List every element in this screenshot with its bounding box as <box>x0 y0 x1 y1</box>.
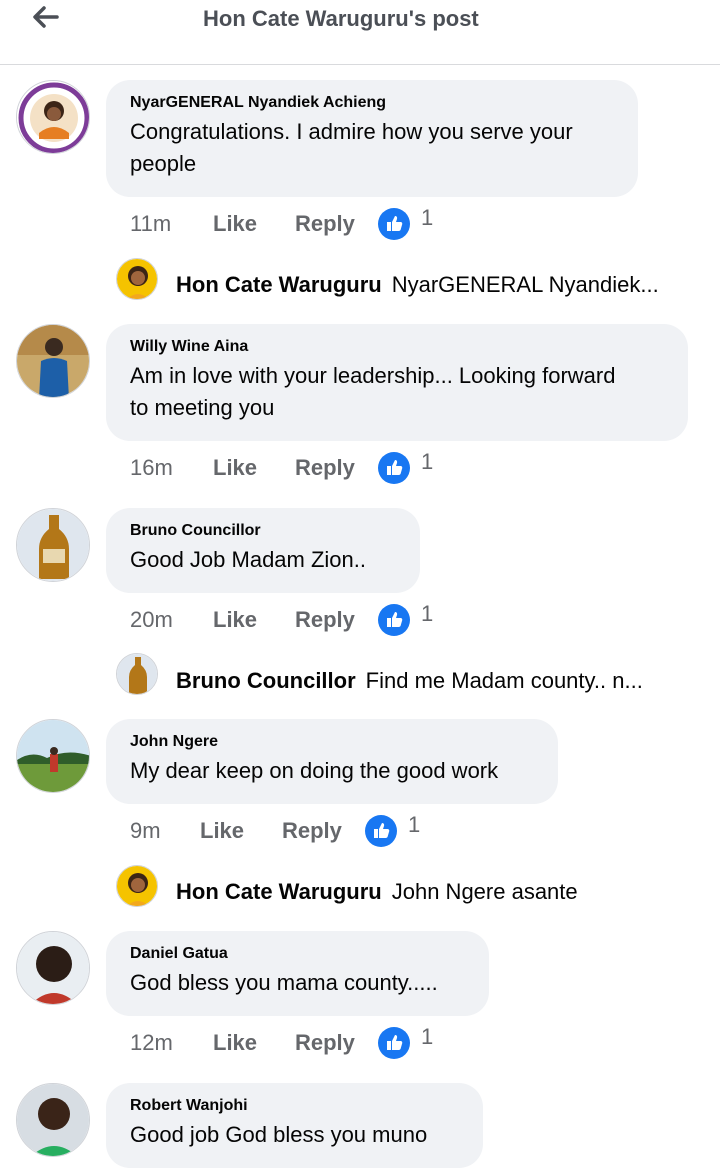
comment-bubble[interactable]: Bruno Councillor Good Job Madam Zion.. <box>106 508 420 593</box>
like-button[interactable]: Like <box>200 813 244 849</box>
comment-text: God bless you mama county..... <box>130 970 438 995</box>
like-reaction-icon[interactable] <box>378 1027 410 1059</box>
like-reaction-icon[interactable] <box>378 452 410 484</box>
comment-time: 16m <box>130 455 173 480</box>
reaction-count: 1 <box>421 449 434 474</box>
reply-button[interactable]: Reply <box>295 602 355 638</box>
avatar-image <box>17 720 89 792</box>
like-button[interactable]: Like <box>213 450 257 486</box>
avatar[interactable] <box>16 324 90 398</box>
avatar-image <box>117 259 157 299</box>
like-button[interactable]: Like <box>213 1025 257 1061</box>
reaction-count: 1 <box>421 205 434 230</box>
reaction-count: 1 <box>421 1024 434 1049</box>
comment-author[interactable]: NyarGENERAL Nyandiek Achieng <box>130 94 614 112</box>
comment-text: people <box>130 151 197 176</box>
avatar[interactable] <box>116 258 158 300</box>
comment-author[interactable]: Daniel Gatua <box>130 945 465 963</box>
comment-author[interactable]: John Ngere <box>130 733 534 751</box>
avatar-image <box>117 866 157 906</box>
comment-text: Congratulations. I admire how you serve … <box>130 119 573 144</box>
comment-time: 20m <box>130 607 173 632</box>
reply-button[interactable]: Reply <box>282 813 342 849</box>
comment-bubble[interactable]: NyarGENERAL Nyandiek Achieng Congratulat… <box>106 80 638 197</box>
comment-author[interactable]: Bruno Councillor <box>130 522 396 540</box>
comment-text: Good Job Madam Zion.. <box>130 547 367 572</box>
avatar[interactable] <box>116 653 158 695</box>
avatar-image <box>17 325 89 397</box>
post-header: Hon Cate Waruguru's post <box>0 0 720 65</box>
comment-author[interactable]: Willy Wine Aina <box>130 338 664 356</box>
comment-text: Good job God bless you muno <box>130 1122 428 1147</box>
comment-bubble[interactable]: John Ngere My dear keep on doing the goo… <box>106 719 558 804</box>
avatar[interactable] <box>116 865 158 907</box>
like-reaction-icon[interactable] <box>378 604 410 636</box>
comment-bubble[interactable]: Willy Wine Aina Am in love with your lea… <box>106 324 688 441</box>
avatar[interactable] <box>16 931 90 1005</box>
comment-text: My dear keep on doing the good work <box>130 758 499 783</box>
like-reaction-icon[interactable] <box>365 815 397 847</box>
avatar[interactable] <box>16 508 90 582</box>
avatar[interactable] <box>16 1083 90 1157</box>
avatar[interactable] <box>16 80 90 154</box>
reply-preview[interactable]: Hon Cate Waruguru John Ngere asante <box>176 871 578 913</box>
avatar-image <box>17 509 89 581</box>
avatar-image <box>17 932 89 1004</box>
comment-time: 11m <box>130 211 172 236</box>
comment-bubble[interactable]: Robert Wanjohi Good job God bless you mu… <box>106 1083 483 1168</box>
like-button[interactable]: Like <box>213 602 257 638</box>
comment-time: 12m <box>130 1030 173 1055</box>
reply-button[interactable]: Reply <box>295 1025 355 1061</box>
reply-preview[interactable]: Bruno Councillor Find me Madam county.. n… <box>176 660 643 702</box>
reaction-count: 1 <box>421 601 434 626</box>
reply-author[interactable]: Hon Cate Waruguru <box>176 272 382 297</box>
reply-button[interactable]: Reply <box>295 206 355 242</box>
reply-preview[interactable]: Hon Cate Waruguru NyarGENERAL Nyandiek... <box>176 264 659 306</box>
comment-bubble[interactable]: Daniel Gatua God bless you mama county..… <box>106 931 489 1016</box>
reply-text: NyarGENERAL Nyandiek... <box>391 272 659 297</box>
page-title: Hon Cate Waruguru's post <box>203 6 479 31</box>
reaction-count: 1 <box>408 812 421 837</box>
avatar[interactable] <box>16 719 90 793</box>
back-button[interactable] <box>26 0 66 34</box>
comment-author[interactable]: Robert Wanjohi <box>130 1097 459 1115</box>
comment-time: 9m <box>130 818 161 843</box>
avatar-image <box>17 81 89 153</box>
reply-text: John Ngere asante <box>391 879 578 904</box>
reply-author[interactable]: Bruno Councillor <box>176 668 356 693</box>
avatar-image <box>17 1084 89 1156</box>
avatar-image <box>117 654 157 694</box>
comment-text: Am in love with your leadership... Looki… <box>130 363 616 388</box>
reply-button[interactable]: Reply <box>295 450 355 486</box>
reply-text: Find me Madam county.. n... <box>365 668 643 693</box>
arrow-left-icon <box>33 6 59 28</box>
like-reaction-icon[interactable] <box>378 208 410 240</box>
comment-text: to meeting you <box>130 395 275 420</box>
reply-author[interactable]: Hon Cate Waruguru <box>176 879 382 904</box>
like-button[interactable]: Like <box>213 206 257 242</box>
